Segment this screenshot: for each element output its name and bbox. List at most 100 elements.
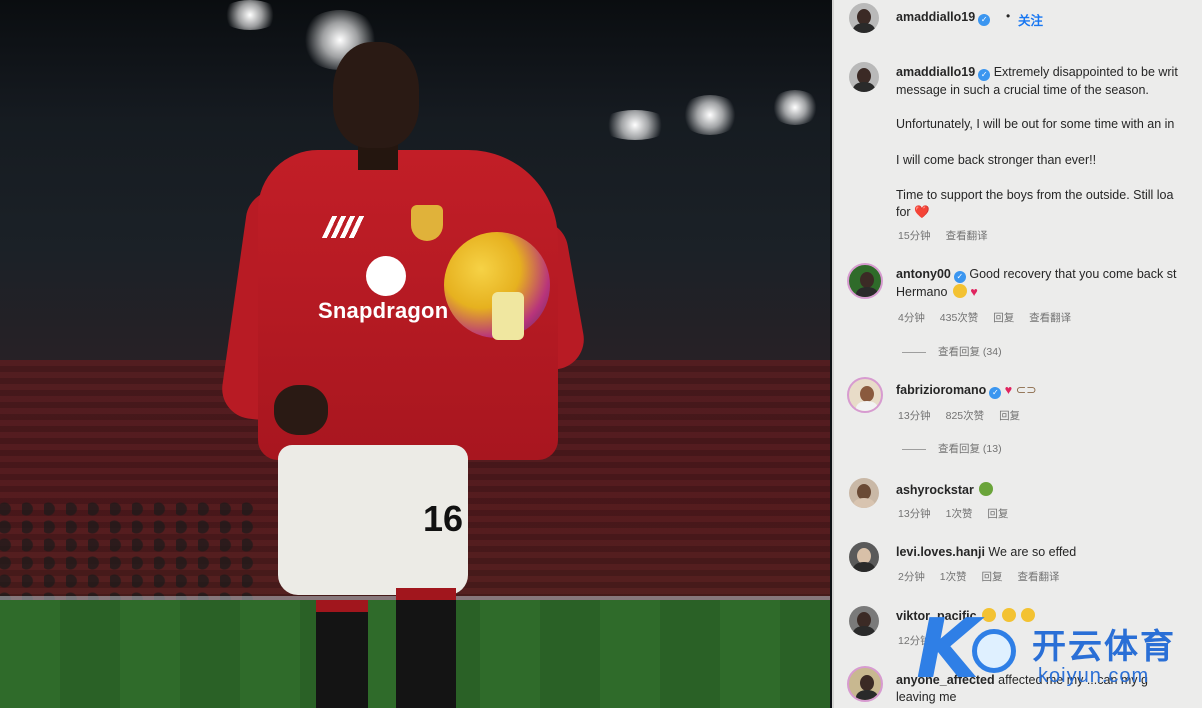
comment-time: 13分钟 — [898, 410, 931, 422]
avatar-body — [856, 287, 878, 297]
player-sock-left — [316, 600, 368, 708]
floodlight — [600, 110, 670, 140]
follow-button[interactable]: 关注 — [1018, 10, 1043, 29]
comment-likes[interactable]: 825次赞 — [946, 410, 985, 422]
comment-likes[interactable]: 1次赞 — [946, 508, 973, 520]
heart-emoji-icon: ♥ — [970, 285, 978, 299]
watermark-logo: K 开云体育 koiyun.com — [916, 605, 1202, 708]
smile-emoji-icon — [952, 284, 967, 298]
comment-avatar[interactable] — [849, 606, 879, 636]
avatar-body — [853, 626, 875, 636]
comment-likes[interactable]: 1次赞 — [940, 571, 967, 583]
replies-divider — [902, 351, 926, 353]
view-replies-label[interactable]: 查看回复 (13) — [938, 443, 1002, 455]
emoji-icon — [979, 482, 994, 496]
comment-avatar[interactable] — [849, 478, 879, 508]
avatar-face — [860, 272, 874, 288]
caption-line-6: for ❤️ — [896, 205, 930, 219]
view-replies-link[interactable]: 查看回复 (13) — [902, 441, 1002, 456]
comment-text: Hermano — [896, 285, 948, 299]
reply-link[interactable]: 回复 — [987, 508, 1008, 520]
avatar-body — [853, 498, 875, 508]
player-hand — [274, 385, 328, 435]
player-head — [333, 42, 419, 148]
comment-text: We are so effed — [988, 545, 1077, 559]
comments-panel[interactable]: amaddiallo19 ✓ • 关注 amaddiallo19 ✓ Extreme… — [832, 0, 1202, 708]
avatar-body — [856, 401, 878, 411]
ball-bottle — [492, 292, 524, 340]
watermark-cn-text: 开云体育 — [1032, 628, 1176, 666]
comment-time: 4分钟 — [898, 312, 925, 324]
comment-time: 2分钟 — [898, 571, 925, 583]
watermark-ball-icon — [972, 629, 1016, 673]
crowd — [0, 500, 260, 600]
caption-avatar[interactable] — [849, 62, 879, 92]
caption-line-2: message in such a crucial time of the se… — [896, 83, 1149, 97]
author-username-text[interactable]: amaddiallo19 — [896, 10, 975, 24]
view-replies-label[interactable]: 查看回复 (34) — [938, 346, 1002, 358]
caption-time: 15分钟 — [898, 230, 931, 242]
comment-username[interactable]: fabrizioromano — [896, 383, 986, 397]
handshake-emoji-icon: ⊂⊃ — [1015, 383, 1037, 397]
watermark-en-text: koiyun.com — [1038, 665, 1150, 687]
avatar-face — [860, 386, 874, 402]
comment-text: Good recovery that you come back st — [969, 267, 1177, 281]
comment-username[interactable]: ashyrockstar — [896, 483, 974, 497]
sponsor-text: Snapdragon — [318, 298, 449, 323]
avatar-face — [860, 675, 874, 691]
caption-line-5: Time to support the boys from the outsid… — [896, 188, 1174, 202]
player-figure: Snapdragon 16 — [218, 40, 590, 708]
verified-icon: ✓ — [989, 387, 1002, 399]
replies-divider — [902, 448, 926, 450]
author-username[interactable]: amaddiallo19 ✓ — [896, 10, 991, 26]
floodlight — [220, 0, 280, 30]
comment-avatar[interactable] — [849, 542, 879, 572]
comment-username[interactable]: antony00 — [896, 267, 951, 281]
player-sock-right — [396, 588, 456, 708]
comment-likes[interactable]: 435次赞 — [940, 312, 979, 324]
caption-line-4: I will come back stronger than ever!! — [896, 153, 1097, 167]
caption-text: Extremely disappointed to be writ — [993, 65, 1178, 79]
view-replies-link[interactable]: 查看回复 (34) — [902, 344, 1002, 359]
caption-line-3: Unfortunately, I will be out for some ti… — [896, 117, 1175, 131]
comment-avatar[interactable] — [847, 377, 883, 413]
heart-emoji-icon: ♥ — [1004, 383, 1013, 397]
caption-username[interactable]: amaddiallo19 — [896, 65, 975, 79]
comment-meta: 4分钟 435次赞 回复 查看翻译 — [898, 310, 1083, 325]
comment-time: 13分钟 — [898, 508, 931, 520]
verified-icon: ✓ — [953, 271, 966, 283]
author-avatar[interactable] — [849, 3, 879, 33]
caption-line-1: amaddiallo19 ✓ Extremely disappointed to … — [896, 64, 1178, 81]
comment-line-1: levi.loves.hanji We are so effed — [896, 544, 1076, 560]
comment-line-1: fabrizioromano ✓ ♥ ⊂⊃ — [896, 382, 1037, 399]
comment-meta: 13分钟 1次赞 回复 — [898, 506, 1020, 521]
comment-line-1: antony00 ✓ Good recovery that you come ba… — [896, 266, 1176, 283]
sponsor-logo — [366, 256, 406, 296]
avatar-body — [856, 690, 878, 700]
separator-dot: • — [1006, 9, 1011, 23]
comment-meta: 13分钟 825次赞 回复 — [898, 408, 1032, 423]
sock-band — [316, 600, 368, 612]
see-translation-link[interactable]: 查看翻译 — [1017, 571, 1059, 583]
avatar-body — [853, 82, 875, 92]
comment-avatar[interactable] — [847, 666, 883, 702]
avatar-body — [853, 23, 875, 33]
reply-link[interactable]: 回复 — [982, 571, 1003, 583]
sock-band — [396, 588, 456, 600]
see-translation-link[interactable]: 查看翻译 — [1029, 312, 1071, 324]
watermark-k-glyph: K — [916, 602, 980, 697]
reply-link[interactable]: 回复 — [993, 312, 1014, 324]
verified-icon: ✓ — [978, 69, 991, 81]
comment-username[interactable]: levi.loves.hanji — [896, 545, 985, 559]
reply-link[interactable]: 回复 — [999, 410, 1020, 422]
comment-line-2: Hermano ♥ — [896, 284, 978, 300]
floodlight — [770, 90, 820, 125]
post-photo[interactable]: Snapdragon 16 — [0, 0, 830, 708]
comment-line-1: ashyrockstar — [896, 482, 994, 498]
caption-meta: 15分钟 查看翻译 — [898, 228, 1000, 243]
verified-icon: ✓ — [978, 14, 991, 26]
avatar-body — [853, 562, 875, 572]
floodlight — [680, 95, 740, 135]
comment-avatar[interactable] — [847, 263, 883, 299]
see-translation-link[interactable]: 查看翻译 — [946, 230, 988, 242]
